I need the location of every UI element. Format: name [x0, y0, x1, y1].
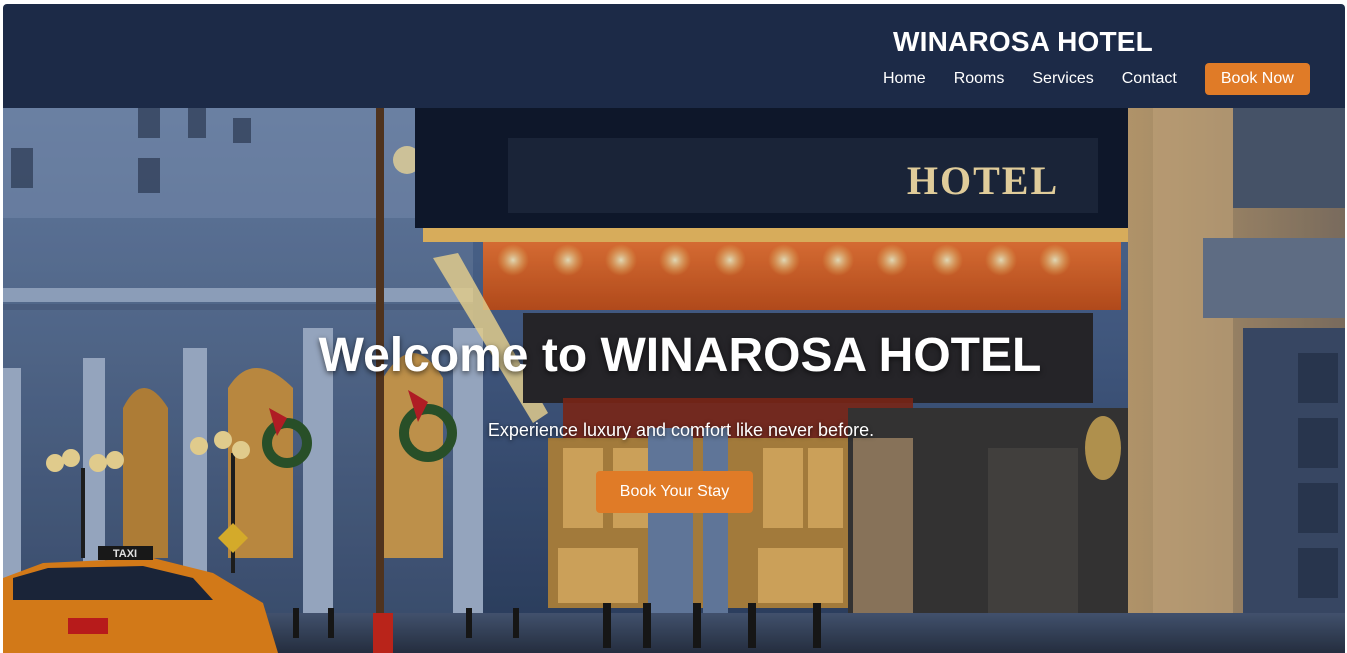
- book-now-button[interactable]: Book Now: [1204, 62, 1310, 95]
- book-your-stay-button[interactable]: Book Your Stay: [596, 471, 753, 513]
- brand-title: WINAROSA HOTEL: [893, 26, 1153, 57]
- nav-link-home[interactable]: Home: [883, 70, 926, 88]
- page-frame: WINAROSA HOTEL Home Rooms Services Conta…: [3, 4, 1345, 653]
- nav-link-services[interactable]: Services: [1032, 70, 1093, 88]
- nav-link-rooms[interactable]: Rooms: [954, 70, 1005, 88]
- site-header: WINAROSA HOTEL Home Rooms Services Conta…: [3, 4, 1345, 108]
- nav-link-contact[interactable]: Contact: [1122, 70, 1177, 88]
- main-nav: Home Rooms Services Contact Book Now: [883, 62, 1310, 95]
- hero-section: HOTEL TAXI Welcome to WINAROSA HOTEL Exp…: [3, 108, 1345, 653]
- hero-title: Welcome to WINAROSA HOTEL: [318, 329, 1042, 382]
- hero-subtitle: Experience luxury and comfort like never…: [487, 420, 875, 440]
